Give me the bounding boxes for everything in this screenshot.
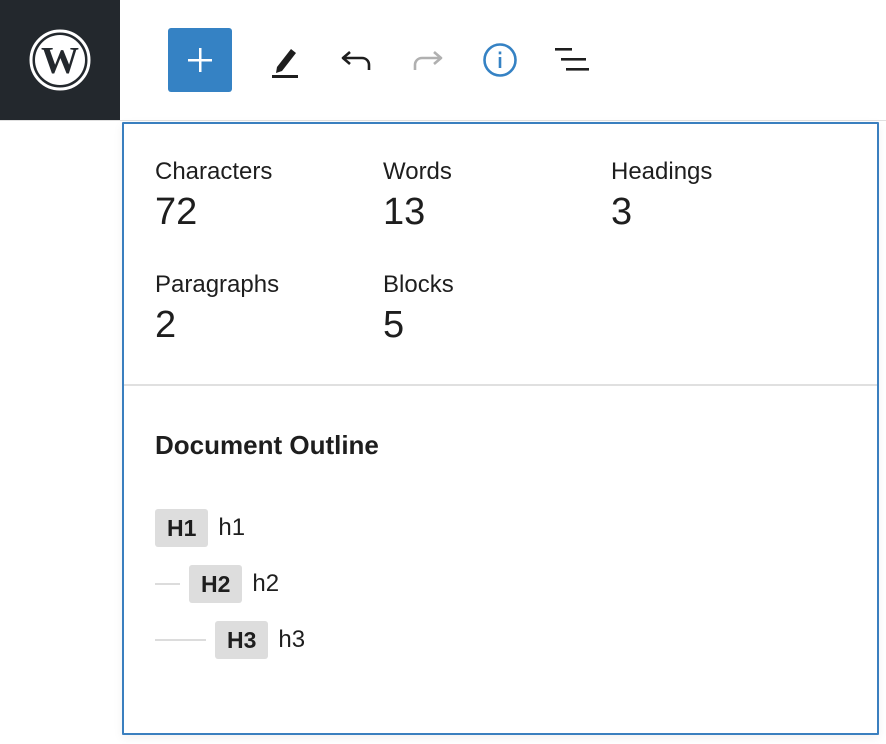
add-block-button[interactable] bbox=[168, 28, 232, 92]
editor-toolbar: W bbox=[0, 0, 886, 121]
svg-text:W: W bbox=[41, 40, 79, 82]
document-info-popover: Characters 72 Words 13 Headings 3 Paragr… bbox=[122, 122, 879, 735]
info-icon bbox=[483, 43, 517, 77]
heading-level-badge: H2 bbox=[189, 565, 243, 603]
outline-item-h3[interactable]: H3 h3 bbox=[155, 620, 305, 660]
heading-text: h2 bbox=[252, 570, 280, 597]
stat-blocks: Blocks 5 bbox=[383, 270, 454, 348]
undo-button[interactable] bbox=[324, 28, 388, 92]
heading-level-badge: H3 bbox=[215, 621, 269, 659]
wordpress-logo-icon: W bbox=[29, 29, 91, 91]
stat-value: 5 bbox=[383, 304, 405, 346]
stat-value: 72 bbox=[155, 191, 198, 233]
list-view-icon bbox=[555, 48, 589, 71]
stat-label: Blocks bbox=[383, 271, 454, 298]
redo-button[interactable] bbox=[396, 28, 460, 92]
heading-text: h1 bbox=[218, 514, 246, 541]
outline-indent-line bbox=[155, 583, 180, 585]
heading-text: h3 bbox=[278, 626, 306, 653]
wordpress-logo-button[interactable]: W bbox=[0, 0, 120, 120]
stat-value: 3 bbox=[611, 191, 633, 233]
editor-page: W Characters 72 Words 13 Headings 3 Para… bbox=[0, 0, 886, 744]
details-button[interactable] bbox=[468, 28, 532, 92]
stat-label: Words bbox=[383, 158, 452, 185]
outline-item-h1[interactable]: H1 h1 bbox=[155, 508, 245, 548]
stat-headings: Headings 3 bbox=[611, 157, 712, 235]
list-view-button[interactable] bbox=[540, 28, 604, 92]
stat-characters: Characters 72 bbox=[155, 157, 272, 235]
tools-button[interactable] bbox=[252, 28, 316, 92]
stat-value: 13 bbox=[383, 191, 426, 233]
outline-item-h2[interactable]: H2 h2 bbox=[155, 564, 279, 604]
redo-icon bbox=[413, 51, 443, 70]
document-outline-title: Document Outline bbox=[155, 430, 379, 460]
document-stats: Characters 72 Words 13 Headings 3 Paragr… bbox=[124, 124, 877, 386]
undo-icon bbox=[341, 51, 371, 70]
stat-label: Headings bbox=[611, 158, 713, 185]
plus-icon bbox=[188, 48, 212, 72]
stat-value: 2 bbox=[155, 304, 177, 346]
outline-indent-line bbox=[155, 639, 206, 641]
heading-level-badge: H1 bbox=[155, 509, 209, 547]
stat-paragraphs: Paragraphs 2 bbox=[155, 270, 279, 348]
pencil-icon bbox=[272, 49, 298, 78]
stat-label: Paragraphs bbox=[155, 271, 280, 298]
stat-words: Words 13 bbox=[383, 157, 452, 235]
stat-label: Characters bbox=[155, 158, 273, 185]
